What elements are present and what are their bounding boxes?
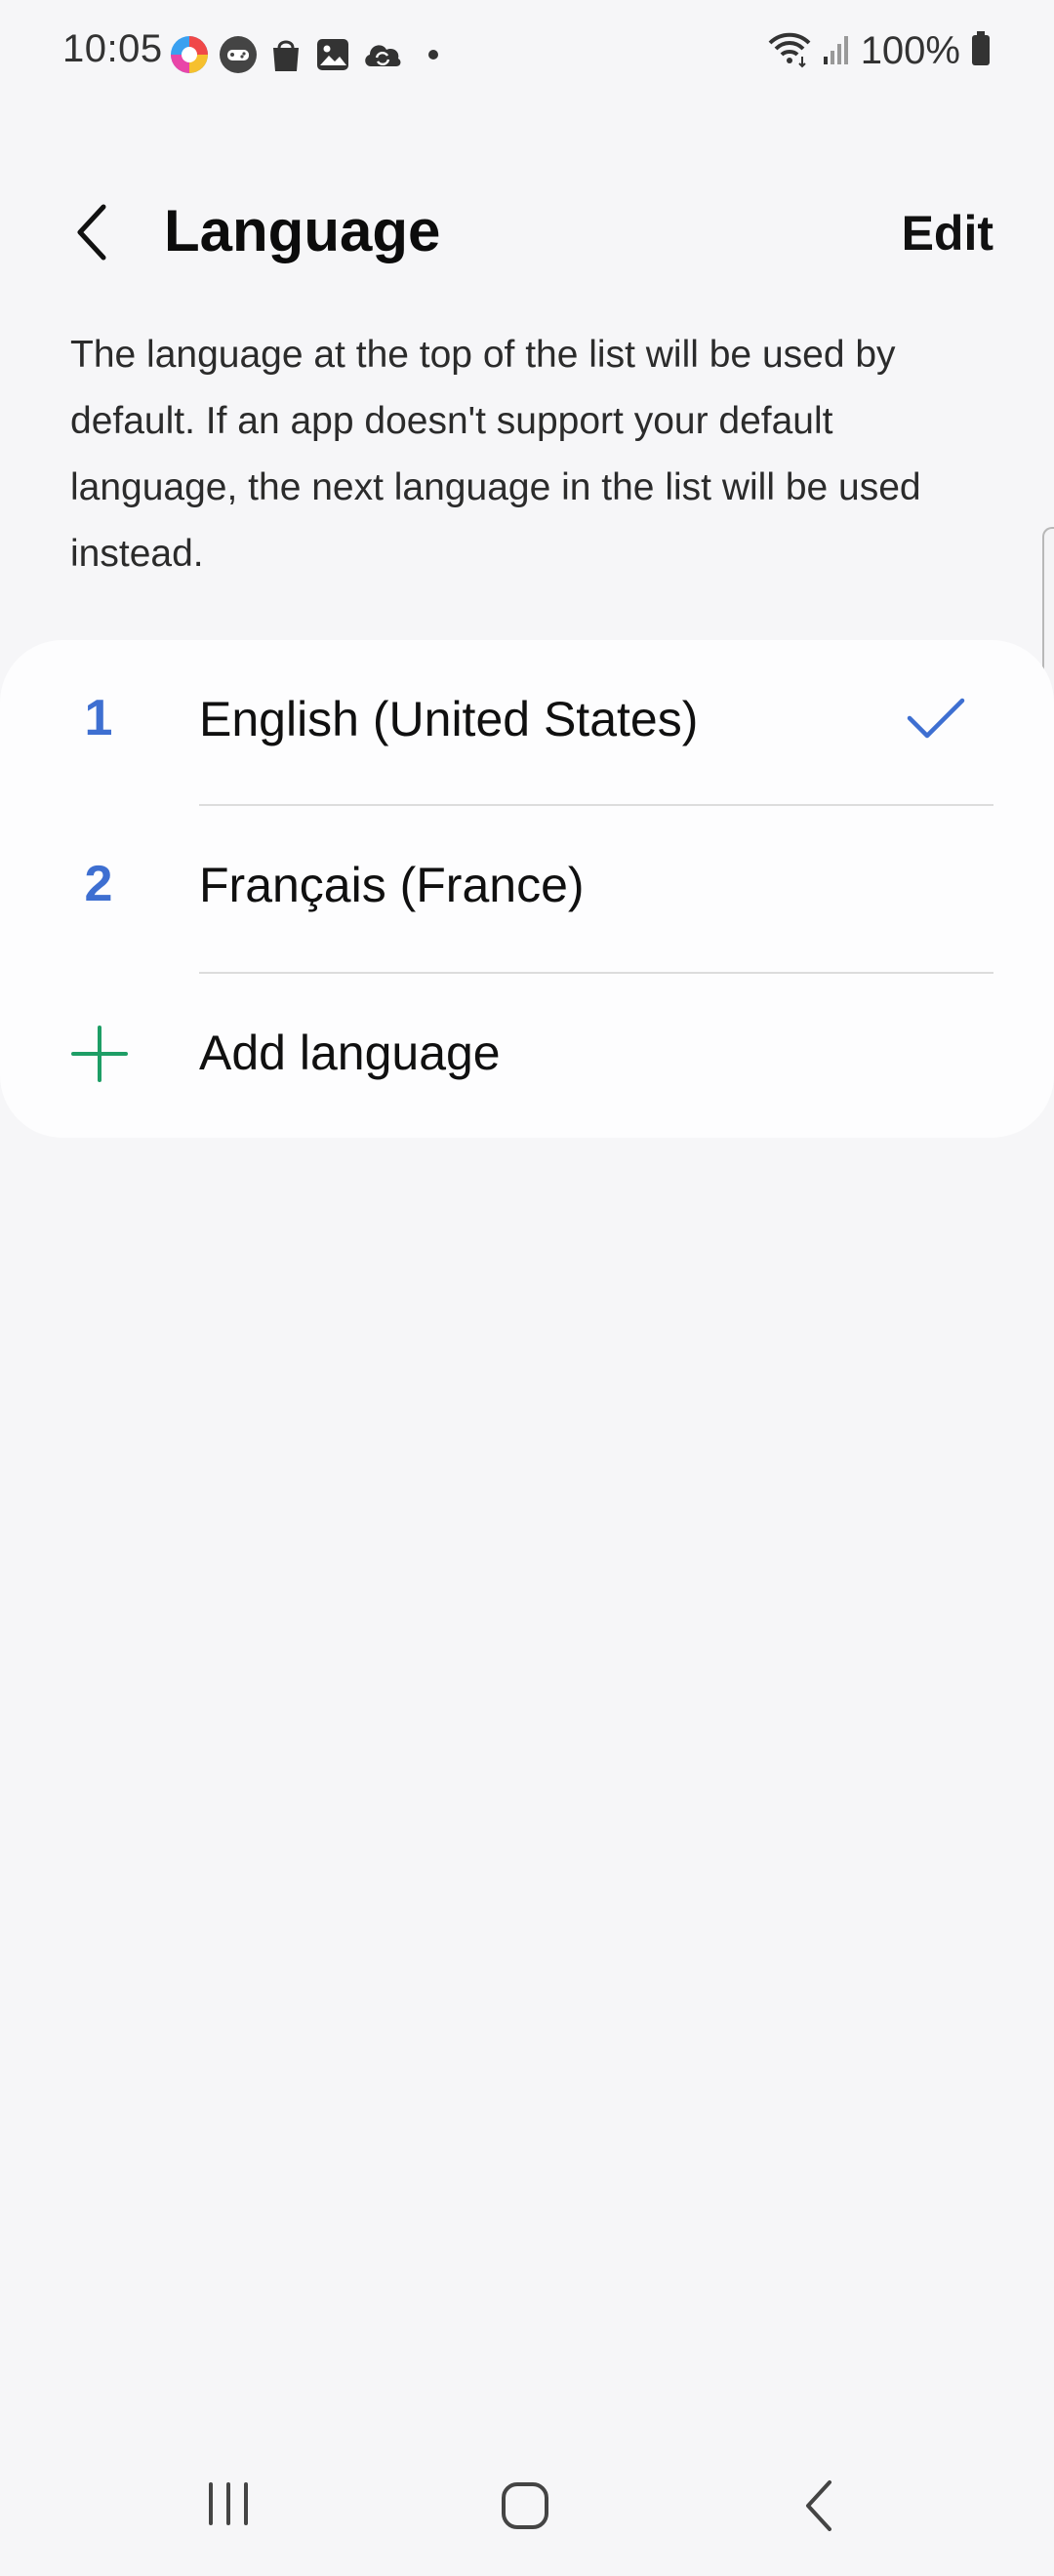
edit-button[interactable]: Edit [902, 205, 993, 262]
language-list-card: 1 English (United States) 2 Français (Fr… [0, 640, 1054, 1138]
status-time: 10:05 [62, 27, 163, 70]
shopping-bag-icon [267, 35, 304, 74]
language-rank: 1 [84, 690, 113, 746]
language-name: English (United States) [199, 692, 699, 746]
add-language-label: Add language [199, 1026, 501, 1080]
back-button[interactable] [62, 195, 121, 273]
battery-percent: 100% [860, 29, 960, 72]
language-description: The language at the top of the list will… [70, 334, 921, 575]
notification-icons [170, 35, 439, 74]
page-title: Language [164, 198, 441, 263]
checkmark-icon [906, 697, 966, 746]
home-icon[interactable] [498, 2478, 552, 2538]
chevron-left-icon [72, 203, 111, 266]
language-item-english[interactable]: 1 English (United States) [0, 640, 1054, 806]
system-nav-bar [0, 2459, 1054, 2556]
more-dot-icon [427, 49, 439, 60]
game-icon [219, 35, 258, 74]
add-language-button[interactable]: Add language [0, 974, 1054, 1140]
signal-icon [822, 31, 851, 71]
back-icon[interactable] [798, 2478, 841, 2538]
language-item-francais[interactable]: 2 Français (France) [0, 806, 1054, 972]
battery-icon [970, 30, 992, 72]
plus-icon [70, 1025, 129, 1088]
gallery-icon [314, 36, 351, 73]
app-header: Language Edit [0, 176, 1054, 293]
language-rank: 2 [84, 856, 113, 912]
language-name: Français (France) [199, 858, 585, 912]
status-bar: 10:05 100% [0, 0, 1054, 109]
recents-icon[interactable] [203, 2478, 254, 2534]
color-app-icon [170, 35, 209, 74]
wifi-icon [767, 29, 812, 73]
system-status-icons: 100% [767, 29, 992, 73]
cloud-sync-icon [361, 37, 404, 72]
